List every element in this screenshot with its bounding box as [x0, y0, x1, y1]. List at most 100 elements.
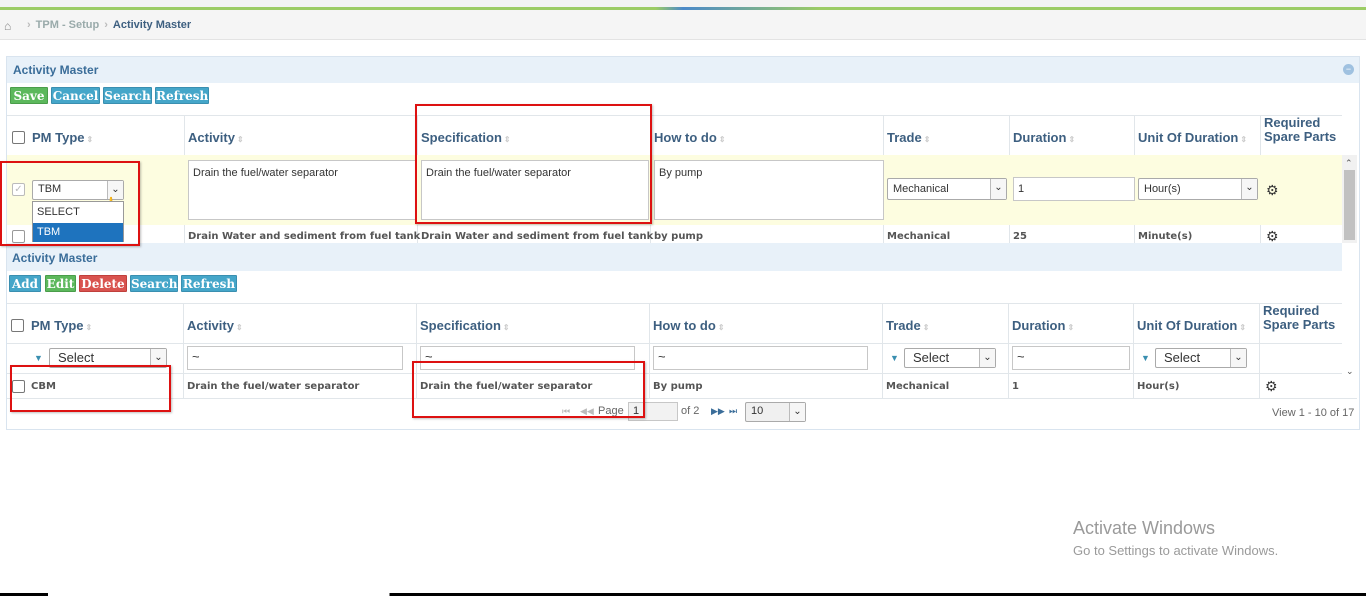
select-all-checkbox[interactable] [12, 131, 25, 144]
grid-panel-header [7, 243, 1342, 271]
scroll-up-icon[interactable]: ⌃ [1345, 158, 1353, 169]
grid-column-header-unit-of-duration[interactable]: Unit Of Duration ⇕ [1137, 318, 1246, 333]
column-header-required-spare-parts[interactable]: Required Spare Parts [1264, 116, 1336, 144]
chevron-down-icon: ⌄ [1230, 349, 1246, 367]
breadcrumb-separator: › [27, 18, 31, 31]
collapse-icon[interactable]: − [1343, 64, 1354, 75]
breadcrumb-separator: › [104, 18, 108, 31]
grid-panel-title: Activity Master [12, 251, 98, 265]
home-icon[interactable]: ⌂ [4, 19, 16, 33]
view-records-label: View 1 - 10 of 17 [1272, 407, 1355, 419]
column-header-how-to-do[interactable]: How to do ⇕ [654, 130, 726, 145]
filter-icon[interactable]: ▼ [34, 353, 43, 363]
grid-column-header-how-to-do[interactable]: How to do ⇕ [653, 318, 725, 333]
grid-column-header-trade[interactable]: Trade ⇕ [886, 318, 929, 333]
trade-select-value: Mechanical [893, 183, 949, 195]
row-how-to-do: by pump [654, 231, 704, 242]
grid-select-all-checkbox[interactable] [11, 319, 24, 332]
divider [7, 398, 1357, 399]
add-button[interactable]: Add [9, 275, 41, 292]
divider [7, 343, 1342, 344]
rows-per-page-select[interactable]: 10 ⌄ [745, 402, 806, 422]
column-header-duration[interactable]: Duration ⇕ [1013, 130, 1075, 145]
grid-column-header-duration[interactable]: Duration ⇕ [1012, 318, 1074, 333]
grid-column-header-pm-type[interactable]: PM Type ⇕ [31, 318, 92, 333]
divider [7, 115, 1342, 116]
delete-button[interactable]: Delete [79, 275, 127, 292]
grid-column-header-specification[interactable]: Specification ⇕ [420, 318, 510, 333]
gear-icon[interactable]: ⚙ [1266, 229, 1280, 243]
column-header-activity[interactable]: Activity ⇕ [188, 130, 244, 145]
divider [1008, 304, 1009, 398]
filter-how-to-do-input[interactable]: ~ [653, 346, 868, 370]
breadcrumb: ⌂ › TPM - Setup › Activity Master [0, 10, 1366, 40]
search-button[interactable]: Search [103, 87, 152, 104]
filter-trade-select[interactable]: Select ⌄ [904, 348, 996, 368]
grid-row-unit-of-duration: Hour(s) [1137, 381, 1180, 392]
row-specification: Drain Water and sediment from fuel tank [421, 231, 654, 242]
refresh-button[interactable]: Refresh [155, 87, 209, 104]
grid-row-activity: Drain the fuel/water separator [187, 381, 360, 392]
annotation-box [10, 365, 171, 412]
filter-icon[interactable]: ▼ [890, 353, 899, 363]
filter-unit-of-duration-select[interactable]: Select ⌄ [1155, 348, 1247, 368]
chevron-down-icon: ⌄ [979, 349, 995, 367]
grid-search-button[interactable]: Search [130, 275, 178, 292]
row-trade: Mechanical [887, 231, 951, 242]
filter-trade-value: Select [913, 350, 950, 365]
column-header-unit-of-duration[interactable]: Unit Of Duration ⇕ [1138, 130, 1247, 145]
grid-row-duration: 1 [1012, 381, 1019, 392]
divider [183, 304, 184, 398]
chevron-down-icon: ⌄ [1241, 179, 1257, 199]
grid-row-trade: Mechanical [886, 381, 950, 392]
divider [649, 304, 650, 398]
gear-icon[interactable]: ⚙ [1265, 379, 1279, 393]
activity-textarea[interactable]: Drain the fuel/water separator [188, 160, 416, 220]
scroll-down-icon[interactable]: ⌄ [1346, 366, 1354, 377]
column-header-pm-type[interactable]: PM Type ⇕ [32, 130, 93, 145]
breadcrumb-item-tpm-setup[interactable]: TPM - Setup [36, 19, 100, 31]
divider [882, 304, 883, 398]
cancel-button[interactable]: Cancel [51, 87, 100, 104]
row-duration: 25 [1013, 231, 1027, 242]
form-panel-title: Activity Master [13, 63, 99, 77]
filter-duration-input[interactable]: ~ [1012, 346, 1130, 370]
filter-icon[interactable]: ▼ [1141, 353, 1150, 363]
chevron-down-icon: ⌄ [789, 403, 805, 421]
duration-input[interactable]: 1 [1013, 177, 1135, 201]
divider [1259, 304, 1260, 398]
row-activity: Drain Water and sediment from fuel tank [188, 231, 421, 242]
row-unit-of-duration: Minute(s) [1138, 231, 1193, 242]
unit-of-duration-select[interactable]: Hour(s) ⌄ [1138, 178, 1258, 200]
divider [7, 373, 1342, 374]
annotation-box [0, 161, 140, 246]
grid-refresh-button[interactable]: Refresh [181, 275, 237, 292]
rows-per-page-value: 10 [751, 405, 764, 417]
filter-activity-input[interactable]: ~ [187, 346, 403, 370]
form-panel-header [7, 57, 1359, 83]
divider [7, 303, 1342, 304]
top-bar-inner [0, 0, 1366, 7]
gear-icon[interactable]: ⚙ [1266, 183, 1280, 197]
column-header-trade[interactable]: Trade ⇕ [887, 130, 930, 145]
activate-windows-subtext: Go to Settings to activate Windows. [1073, 543, 1279, 558]
unit-of-duration-select-value: Hour(s) [1144, 183, 1181, 195]
grid-column-header-activity[interactable]: Activity ⇕ [187, 318, 243, 333]
page-of-label: of 2 [681, 405, 700, 417]
filter-unit-of-duration-value: Select [1164, 350, 1201, 365]
activate-windows-watermark: Activate Windows [1073, 518, 1216, 538]
breadcrumb-item-activity-master: Activity Master [112, 18, 192, 31]
annotation-box [412, 361, 645, 418]
save-button[interactable]: Save [10, 87, 48, 104]
grid-column-header-required-spare-parts[interactable]: Required Spare Parts [1263, 304, 1335, 332]
trade-select[interactable]: Mechanical ⌄ [887, 178, 1007, 200]
scrollbar-thumb[interactable] [1344, 170, 1355, 240]
divider [1133, 304, 1134, 398]
filter-pm-type-value: Select [58, 350, 95, 365]
chevron-down-icon: ⌄ [990, 179, 1006, 199]
grid-row-how-to-do: By pump [653, 381, 703, 392]
last-page-icon[interactable]: ⏭ [729, 406, 737, 417]
next-page-icon[interactable]: ▶▶ [711, 406, 725, 417]
edit-button[interactable]: Edit [45, 275, 76, 292]
how-to-do-textarea[interactable]: By pump [654, 160, 884, 220]
